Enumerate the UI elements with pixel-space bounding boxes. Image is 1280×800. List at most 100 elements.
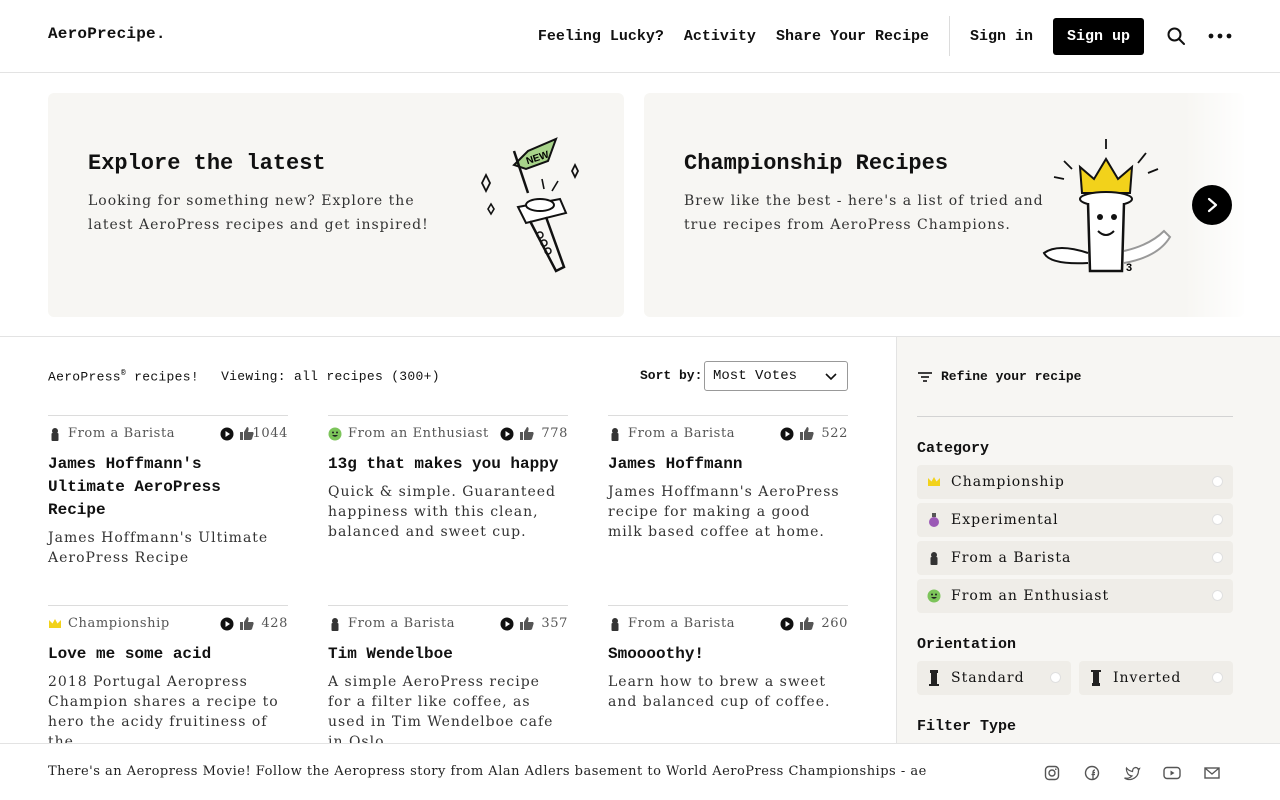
thumbs-up-icon: [520, 617, 534, 630]
sort-select[interactable]: Most Votes: [704, 361, 848, 391]
thumbs-up-icon: [520, 427, 534, 440]
filter-radio[interactable]: [1212, 476, 1223, 487]
more-icon[interactable]: [1208, 24, 1232, 48]
recipe-votes: 1044: [252, 426, 288, 441]
chevron-right-icon: [1207, 197, 1218, 213]
hero-card-championship[interactable]: Championship Recipes Brew like the best …: [644, 93, 1244, 317]
email-icon[interactable]: [1202, 764, 1222, 782]
video-play-icon: [220, 617, 234, 631]
search-icon[interactable]: [1164, 24, 1188, 48]
thumbs-up-icon: [240, 617, 254, 630]
thumbs-up-icon: [800, 427, 814, 440]
recipe-card[interactable]: From a Barista 522 James Hoffmann James …: [608, 415, 848, 542]
filter-sidebar: Refine your recipe Category Championship…: [896, 337, 1280, 743]
nav-share-recipe[interactable]: Share Your Recipe: [776, 28, 929, 45]
filter-category-enthusiast[interactable]: From an Enthusiast: [917, 579, 1233, 613]
youtube-icon[interactable]: [1162, 764, 1182, 782]
recipe-votes: 778: [541, 426, 568, 441]
nav-activity[interactable]: Activity: [684, 28, 756, 45]
announcement-text[interactable]: There's an Aeropress Movie! Follow the A…: [48, 764, 1034, 779]
nav-feeling-lucky[interactable]: Feeling Lucky?: [538, 28, 664, 45]
recipe-votes: 428: [261, 616, 288, 631]
filter-orientation-standard[interactable]: Standard: [917, 661, 1071, 695]
recipe-votes: 522: [821, 426, 848, 441]
recipe-description: Learn how to brew a sweet and balanced c…: [608, 674, 831, 710]
signup-button[interactable]: Sign up: [1052, 17, 1144, 55]
recipe-description: A simple AeroPress recipe for a filter l…: [328, 674, 554, 743]
recipe-category: From a Barista: [68, 426, 176, 441]
video-play-icon: [780, 617, 794, 631]
recipe-card[interactable]: From a Barista 260 Smoooothy! Learn how …: [608, 605, 848, 712]
filter-radio[interactable]: [1050, 672, 1061, 683]
chevron-down-icon: [825, 373, 837, 381]
filter-category-barista[interactable]: From a Barista: [917, 541, 1233, 575]
champion-press-illustration: 4 3: [1042, 139, 1172, 274]
hero-card-title: Championship Recipes: [684, 151, 949, 176]
recipe-category: From a Barista: [628, 616, 736, 631]
recipe-meta: From a Barista 1044: [48, 416, 288, 452]
recipe-title[interactable]: Tim Wendelboe: [328, 643, 568, 666]
recipe-meta: From a Barista 522: [608, 416, 848, 452]
site-logo[interactable]: AeroPrecipe.: [48, 25, 166, 43]
barista-icon: [611, 428, 619, 441]
orientation-heading: Orientation: [917, 636, 1017, 653]
filter-radio[interactable]: [1212, 514, 1223, 525]
recipe-card[interactable]: From a Barista 357 Tim Wendelboe A simpl…: [328, 605, 568, 743]
sort-selected-value: Most Votes: [713, 368, 798, 384]
enthusiast-icon: [328, 427, 342, 441]
announcement-bar: There's an Aeropress Movie! Follow the A…: [0, 743, 1280, 800]
main-nav: Feeling Lucky? Activity Share Your Recip…: [538, 16, 1232, 56]
thumbs-up-icon: [800, 617, 814, 630]
recipe-meta: Championship 428: [48, 606, 288, 642]
hero-card-title: Explore the latest: [88, 151, 326, 176]
twitter-icon[interactable]: [1122, 764, 1142, 782]
hero-card-description: Brew like the best - here's a list of tr…: [684, 193, 1044, 233]
hero-card-description: Looking for something new? Explore the l…: [88, 193, 429, 233]
filter-option-label: Standard: [951, 670, 1025, 686]
recipe-title[interactable]: 13g that makes you happy: [328, 453, 568, 476]
filter-radio[interactable]: [1212, 672, 1223, 683]
standard-press-icon: [927, 670, 941, 686]
enthusiast-icon: [927, 589, 941, 603]
recipe-title[interactable]: Love me some acid: [48, 643, 288, 666]
filter-option-label: From a Barista: [951, 550, 1072, 566]
barista-icon: [331, 618, 339, 631]
filter-category-experimental[interactable]: Experimental: [917, 503, 1233, 537]
brand-name: AeroPress: [48, 369, 121, 385]
potion-icon: [927, 513, 941, 527]
hero-card-latest[interactable]: Explore the latest Looking for something…: [48, 93, 624, 317]
recipe-category: From an Enthusiast: [348, 426, 489, 441]
recipe-meta: From a Barista 260: [608, 606, 848, 642]
list-heading: AeroPress® recipes! Viewing: all recipes…: [48, 369, 440, 384]
instagram-icon[interactable]: [1042, 764, 1062, 782]
social-links: [1042, 764, 1242, 782]
recipe-category: From a Barista: [628, 426, 736, 441]
recipe-votes: 357: [541, 616, 568, 631]
carousel-next-button[interactable]: [1192, 185, 1232, 225]
crown-icon: [49, 619, 61, 628]
heading-suffix: recipes!: [126, 369, 199, 385]
filter-orientation-inverted[interactable]: Inverted: [1079, 661, 1233, 695]
recipe-category: Championship: [68, 616, 170, 631]
filter-radio[interactable]: [1212, 552, 1223, 563]
filter-category-championship[interactable]: Championship: [917, 465, 1233, 499]
filter-option-label: From an Enthusiast: [951, 588, 1110, 604]
recipe-card[interactable]: From an Enthusiast 778 13g that makes yo…: [328, 415, 568, 542]
signin-link[interactable]: Sign in: [970, 28, 1033, 45]
recipe-description: 2018 Portugal Aeropress Champion shares …: [48, 674, 279, 743]
sidebar-divider: [917, 416, 1233, 417]
video-play-icon: [500, 427, 514, 441]
recipe-card[interactable]: From a Barista 1044 James Hoffmann's Ult…: [48, 415, 288, 568]
recipe-title[interactable]: James Hoffmann: [608, 453, 848, 476]
refine-heading: Refine your recipe: [917, 369, 1081, 384]
recipe-card[interactable]: Championship 428 Love me some acid 2018 …: [48, 605, 288, 743]
barista-icon: [51, 428, 59, 441]
recipe-title[interactable]: James Hoffmann's Ultimate AeroPress Reci…: [48, 453, 288, 522]
nav-divider: [948, 16, 950, 56]
facebook-icon[interactable]: [1082, 764, 1102, 782]
recipe-title[interactable]: Smoooothy!: [608, 643, 848, 666]
filter-radio[interactable]: [1212, 590, 1223, 601]
filter-icon: [918, 371, 932, 382]
svg-text:3: 3: [1126, 262, 1132, 274]
filter-option-label: Championship: [951, 474, 1065, 490]
